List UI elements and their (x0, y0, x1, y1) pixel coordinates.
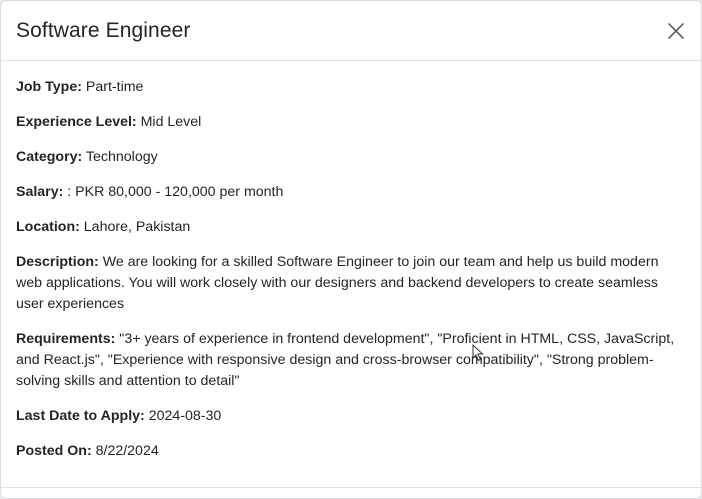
job-type-field: Job Type: Part-time (16, 77, 686, 98)
field-label: Posted On: (16, 443, 92, 459)
field-label: Last Date to Apply: (16, 408, 145, 424)
field-value: Mid Level (136, 114, 202, 130)
field-label: Location: (16, 219, 80, 235)
field-value: 2024-08-30 (144, 408, 222, 424)
job-details-modal: Software Engineer Job Type: Part-time Ex… (0, 0, 702, 499)
posted-on-field: Posted On: 8/22/2024 (16, 441, 686, 462)
location-field: Location: Lahore, Pakistan (16, 217, 686, 238)
field-label: Category: (16, 149, 83, 165)
field-value: 8/22/2024 (91, 443, 159, 459)
field-value: Lahore, Pakistan (79, 219, 191, 235)
close-icon (668, 22, 684, 39)
field-value: : PKR 80,000 - 120,000 per month (63, 184, 284, 200)
description-field: Description: We are looking for a skille… (16, 252, 686, 315)
modal-title: Software Engineer (16, 18, 191, 42)
experience-level-field: Experience Level: Mid Level (16, 112, 686, 133)
field-label: Experience Level: (16, 114, 137, 130)
salary-field: Salary: : PKR 80,000 - 120,000 per month (16, 182, 686, 203)
mouse-cursor-icon (472, 344, 484, 362)
field-label: Description: (16, 254, 99, 270)
close-button[interactable] (665, 20, 687, 42)
category-field: Category: Technology (16, 147, 686, 168)
field-value: "3+ years of experience in frontend deve… (16, 331, 675, 389)
last-date-field: Last Date to Apply: 2024-08-30 (16, 406, 686, 427)
modal-body: Job Type: Part-time Experience Level: Mi… (1, 61, 701, 462)
modal-footer-divider (1, 487, 701, 488)
field-value: We are looking for a skilled Software En… (16, 254, 659, 312)
field-value: Technology (82, 149, 158, 165)
field-label: Requirements: (16, 331, 116, 347)
requirements-field: Requirements: "3+ years of experience in… (16, 329, 686, 392)
modal-header: Software Engineer (1, 1, 701, 61)
field-label: Salary: (16, 184, 64, 200)
field-label: Job Type: (16, 79, 82, 95)
field-value: Part-time (81, 79, 144, 95)
